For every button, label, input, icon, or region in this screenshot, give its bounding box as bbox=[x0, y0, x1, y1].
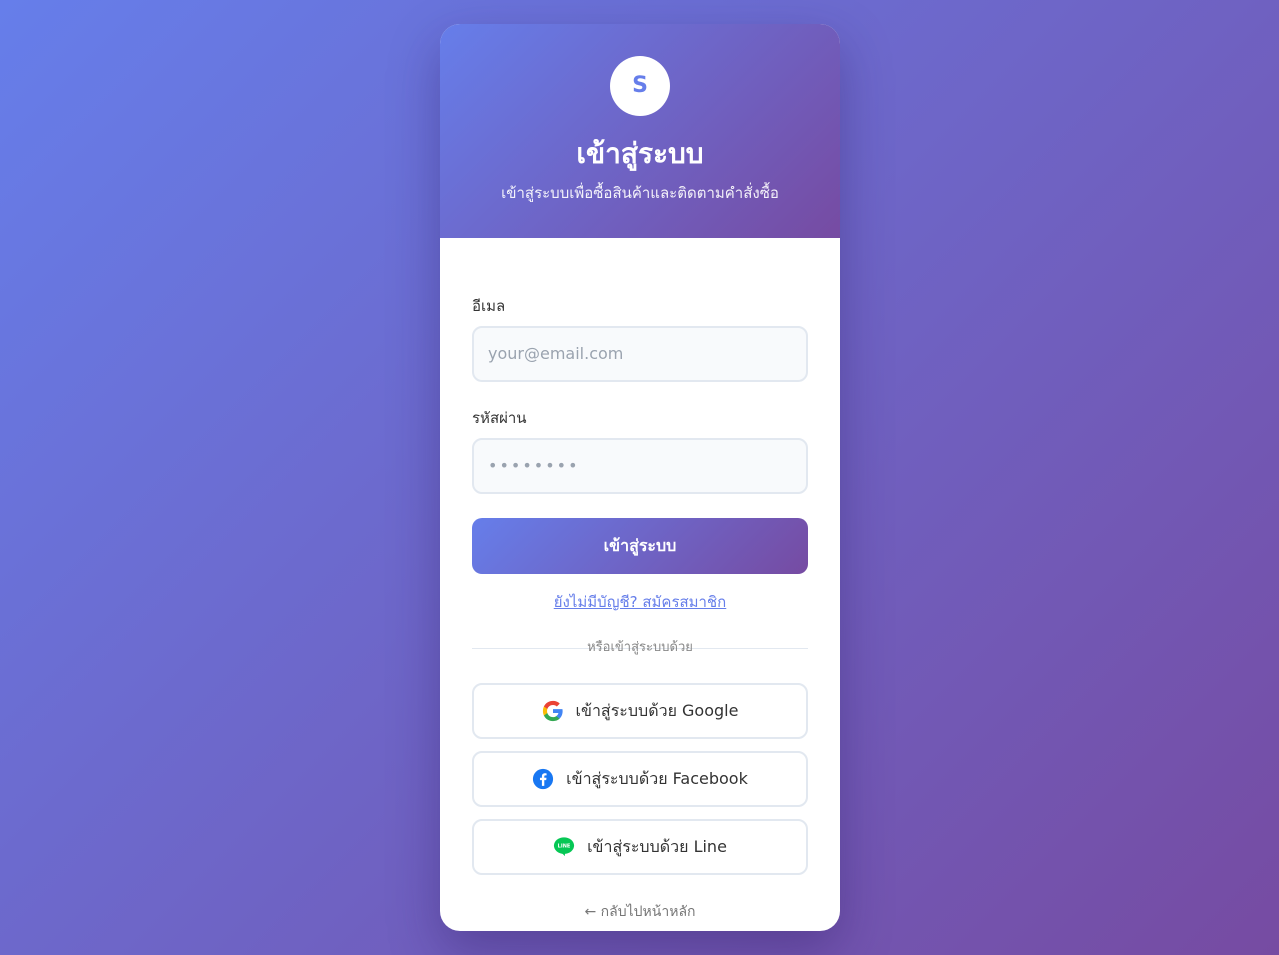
facebook-login-label: เข้าสู่ระบบด้วย Facebook bbox=[566, 768, 748, 788]
login-card: S เข้าสู่ระบบ เข้าสู่ระบบเพื่อซื้อสินค้า… bbox=[440, 24, 840, 931]
password-field[interactable]: •••••••• bbox=[472, 438, 808, 494]
email-label: อีเมล bbox=[472, 297, 506, 315]
signup-link[interactable]: ยังไม่มีบัญชี? สมัครสมาชิก bbox=[472, 592, 808, 612]
login-button[interactable]: เข้าสู่ระบบ bbox=[472, 518, 808, 574]
google-login-label: เข้าสู่ระบบด้วย Google bbox=[575, 700, 739, 720]
page-subtitle: เข้าสู่ระบบเพื่อซื้อสินค้าและติดตามคำสั่… bbox=[501, 184, 779, 202]
email-field[interactable]: your@email.com bbox=[472, 326, 808, 382]
line-login-button[interactable]: LINE เข้าสู่ระบบด้วย Line bbox=[472, 819, 808, 875]
divider: หรือเข้าสู่ระบบด้วย bbox=[472, 638, 808, 658]
facebook-login-button[interactable]: เข้าสู่ระบบด้วย Facebook bbox=[472, 751, 808, 807]
google-icon bbox=[542, 700, 564, 722]
divider-text: หรือเข้าสู่ระบบด้วย bbox=[587, 640, 693, 655]
svg-text:LINE: LINE bbox=[558, 844, 571, 850]
password-label: รหัสผ่าน bbox=[472, 409, 527, 427]
line-icon: LINE bbox=[553, 836, 575, 858]
page-title: เข้าสู่ระบบ bbox=[576, 137, 704, 170]
line-login-label: เข้าสู่ระบบด้วย Line bbox=[587, 836, 727, 856]
facebook-icon bbox=[532, 768, 554, 790]
logo: S bbox=[610, 56, 670, 116]
back-home-link[interactable]: ← กลับไปหน้าหลัก bbox=[472, 902, 808, 922]
google-login-button[interactable]: เข้าสู่ระบบด้วย Google bbox=[472, 683, 808, 739]
login-header: S เข้าสู่ระบบ เข้าสู่ระบบเพื่อซื้อสินค้า… bbox=[440, 24, 840, 238]
